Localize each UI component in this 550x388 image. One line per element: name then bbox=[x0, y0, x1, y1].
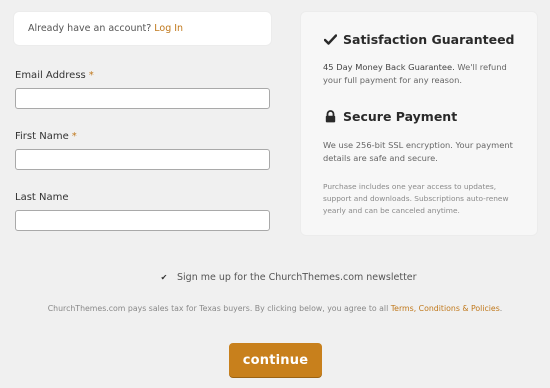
newsletter-label: Sign me up for the ChurchThemes.com news… bbox=[177, 272, 417, 283]
last-name-label-text: Last Name bbox=[15, 192, 69, 203]
lock-icon bbox=[323, 110, 337, 124]
newsletter-checkbox[interactable]: ✔ bbox=[160, 273, 168, 282]
last-name-field[interactable] bbox=[15, 210, 270, 231]
tax-notice-text: ChurchThemes.com pays sales tax for Texa… bbox=[47, 304, 389, 313]
required-mark: * bbox=[71, 131, 77, 142]
email-label-text: Email Address bbox=[15, 70, 86, 81]
login-link[interactable]: Log In bbox=[154, 23, 183, 34]
guarantee-highlight: 45 Day Money Back Guarantee. bbox=[323, 62, 455, 72]
secure-text: We use 256-bit SSL encryption. Your paym… bbox=[323, 140, 513, 163]
fine-print: Purchase includes one year access to upd… bbox=[323, 182, 509, 215]
last-name-label: Last Name bbox=[15, 192, 69, 203]
first-name-label-text: First Name bbox=[15, 131, 69, 142]
first-name-label: First Name * bbox=[15, 131, 77, 142]
login-notice: Already have an account? Log In bbox=[14, 12, 271, 45]
first-name-field[interactable] bbox=[15, 149, 270, 170]
secure-heading: Secure Payment bbox=[323, 109, 457, 124]
tax-notice-end: . bbox=[499, 304, 503, 313]
terms-link[interactable]: Terms, Conditions & Policies bbox=[391, 304, 500, 313]
info-panel: Satisfaction Guaranteed 45 Day Money Bac… bbox=[301, 12, 537, 235]
email-label: Email Address * bbox=[15, 70, 94, 81]
check-icon bbox=[323, 33, 337, 47]
email-field[interactable] bbox=[15, 88, 270, 109]
guarantee-heading: Satisfaction Guaranteed bbox=[323, 32, 515, 47]
login-prompt: Already have an account? bbox=[28, 23, 152, 34]
guarantee-text: 45 Day Money Back Guarantee. We'll refun… bbox=[323, 61, 519, 87]
required-mark: * bbox=[88, 70, 94, 81]
secure-title: Secure Payment bbox=[343, 109, 458, 124]
newsletter-option[interactable]: ✔ Sign me up for the ChurchThemes.com ne… bbox=[160, 272, 417, 283]
guarantee-title: Satisfaction Guaranteed bbox=[343, 32, 515, 47]
tax-notice: ChurchThemes.com pays sales tax for Texa… bbox=[0, 304, 550, 313]
continue-button[interactable]: continue bbox=[229, 343, 322, 377]
